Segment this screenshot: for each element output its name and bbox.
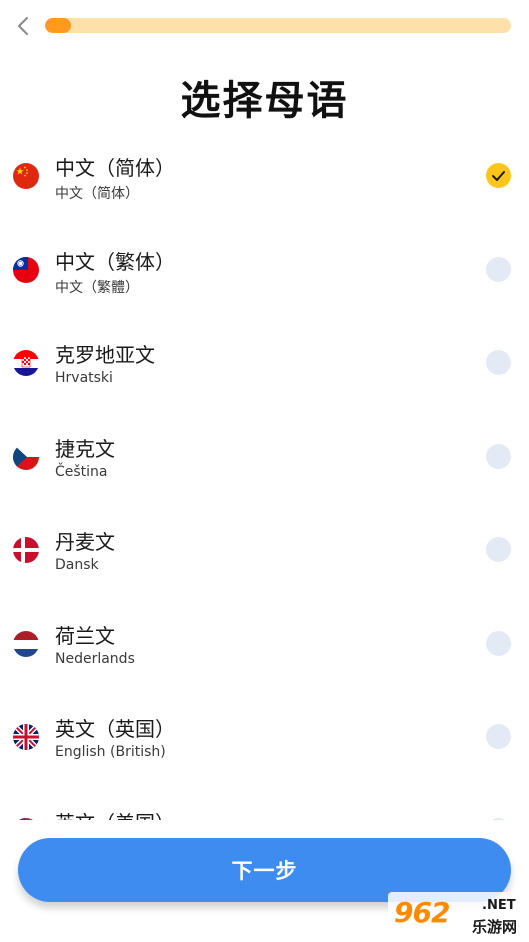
language-name: 中文（繁体） <box>55 249 175 274</box>
language-native-name: Dansk <box>55 557 99 573</box>
taiwan-flag-icon <box>13 256 39 283</box>
language-item-cs[interactable]: 捷克文 Čeština <box>0 411 529 505</box>
watermark: 962 .NET 乐游网 <box>388 892 529 942</box>
language-radio[interactable] <box>486 443 511 469</box>
czech-flag-icon <box>13 443 39 470</box>
watermark-text: 乐游网 <box>472 918 518 936</box>
language-radio[interactable] <box>486 350 511 375</box>
us-flag-icon <box>13 817 39 820</box>
language-name: 荷兰文 <box>55 623 115 648</box>
watermark-logo: 962 <box>394 896 450 929</box>
china-flag-icon <box>13 163 39 189</box>
language-item-zh-hant[interactable]: 中文（繁体） 中文（繁體） <box>0 224 529 318</box>
language-native-name: Nederlands <box>55 650 135 667</box>
language-radio[interactable] <box>486 724 511 749</box>
progress-bar <box>45 18 511 33</box>
language-item-hr[interactable]: 克罗地亚文 Hrvatski <box>0 317 529 411</box>
language-item-da[interactable]: 丹麦文 Dansk <box>0 504 529 598</box>
croatia-flag-icon <box>13 350 39 376</box>
page-title: 选择母语 <box>180 78 349 124</box>
language-name: 丹麦文 <box>55 530 115 554</box>
denmark-flag-icon <box>13 537 39 563</box>
language-native-name: Hrvatski <box>55 370 113 386</box>
language-name: 中文（简体） <box>55 156 175 180</box>
language-item-en-gb[interactable]: 英文（英国） English (British) <box>0 691 529 785</box>
language-name: 英文（英国） <box>55 717 175 741</box>
language-radio[interactable] <box>486 537 511 562</box>
language-radio-selected[interactable] <box>486 163 511 188</box>
top-bar <box>0 0 529 52</box>
language-list[interactable]: 中文（简体） 中文（简体） 中文（繁体） 中文（繁體） 克罗地亚文 Hrvats… <box>0 130 529 820</box>
language-name: 英文（美国） <box>55 807 175 821</box>
language-native-name: 中文（简体） <box>55 186 139 202</box>
language-item-nl[interactable]: 荷兰文 Nederlands <box>0 598 529 692</box>
language-native-name: Čeština <box>55 463 108 480</box>
uk-flag-icon <box>13 724 39 750</box>
language-native-name: English (British) <box>55 744 166 760</box>
language-radio[interactable] <box>486 630 511 656</box>
language-name: 捷克文 <box>55 436 115 461</box>
netherlands-flag-icon <box>13 630 39 657</box>
progress-bar-fill <box>45 18 71 33</box>
language-item-zh-hans[interactable]: 中文（简体） 中文（简体） <box>0 130 529 224</box>
watermark-net: .NET <box>482 898 516 913</box>
language-radio[interactable] <box>486 817 511 820</box>
language-native-name: 中文（繁體） <box>55 279 139 296</box>
language-radio[interactable] <box>486 256 511 282</box>
checkmark-icon <box>492 170 505 181</box>
language-name: 克罗地亚文 <box>55 343 155 367</box>
back-button[interactable] <box>10 12 36 40</box>
language-item-en-us[interactable]: 英文（美国） <box>0 785 529 821</box>
chevron-left-icon <box>18 17 28 35</box>
